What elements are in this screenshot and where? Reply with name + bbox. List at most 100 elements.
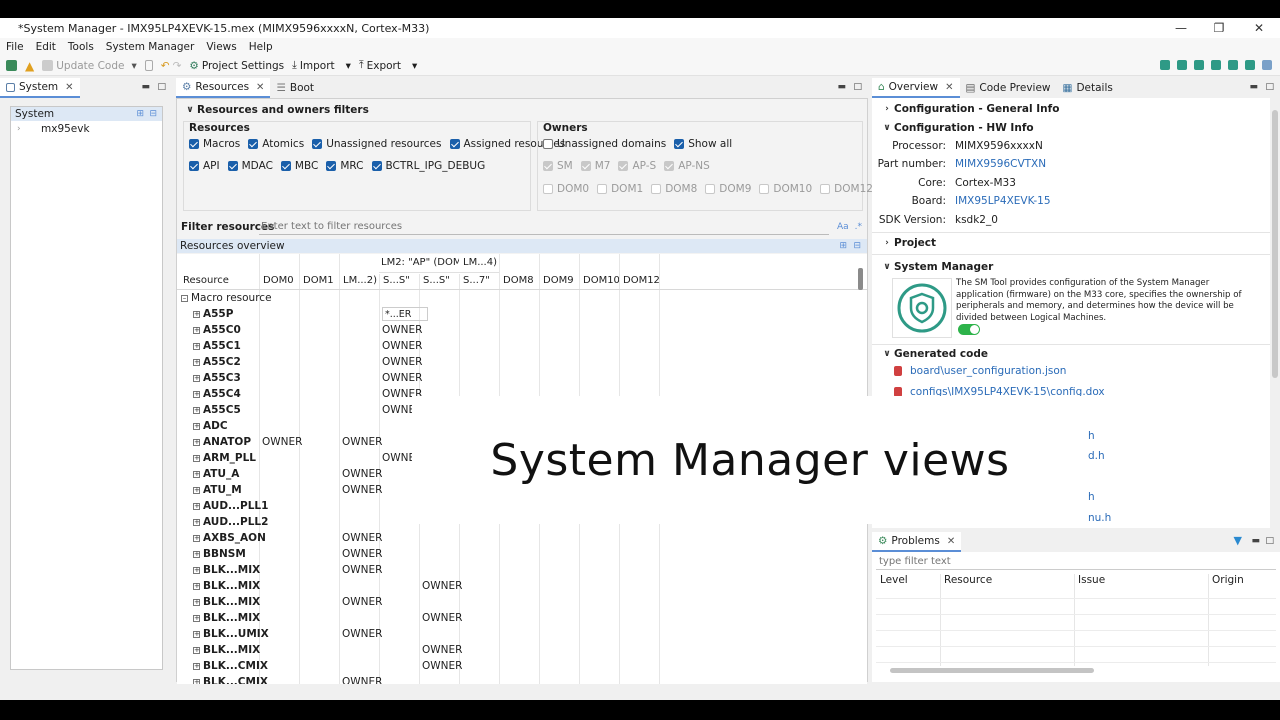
tab-details[interactable]: ▦ Details: [1057, 78, 1119, 98]
tab-boot[interactable]: ☰ Boot: [270, 78, 320, 98]
expand-icon[interactable]: +: [193, 422, 200, 430]
checkbox-atomics[interactable]: Atomics: [248, 138, 304, 150]
table-row[interactable]: + ATU_M: [193, 482, 242, 498]
checkbox-box[interactable]: [326, 161, 337, 171]
checkbox-dom12[interactable]: DOM12: [820, 183, 873, 195]
expand-icon[interactable]: +: [193, 518, 200, 526]
collapse-all-icon[interactable]: ⊟: [853, 239, 861, 253]
ddr-icon[interactable]: [1228, 60, 1238, 70]
checkbox-box[interactable]: [618, 161, 629, 171]
table-row[interactable]: + AUD...PLL2: [193, 514, 268, 530]
column-header[interactable]: S...S": [423, 275, 459, 286]
maximize-icon[interactable]: □: [1265, 536, 1274, 546]
owner-cell[interactable]: OWNER: [422, 578, 462, 594]
checkbox-box[interactable]: [664, 161, 675, 171]
owner-cell[interactable]: OWNER: [342, 626, 382, 642]
checkbox-box[interactable]: [543, 184, 553, 194]
checkbox-box[interactable]: [449, 139, 460, 149]
checkbox-box[interactable]: [227, 161, 238, 171]
warning-button[interactable]: ▲: [25, 59, 34, 73]
owner-cell[interactable]: OWNER: [342, 546, 382, 562]
filter-resources-input[interactable]: [259, 219, 829, 235]
problems-column-header[interactable]: Level: [880, 574, 908, 586]
checkbox-mdac[interactable]: MDAC: [227, 160, 273, 172]
chevron-right-icon[interactable]: ›: [17, 124, 41, 134]
pins-icon[interactable]: [1160, 60, 1170, 70]
tab-problems[interactable]: ⚙ Problems ✕: [872, 532, 962, 552]
tree-root-macro-resource[interactable]: – Macro resource: [181, 290, 272, 306]
table-row[interactable]: + ARM_PLL: [193, 450, 256, 466]
owner-cell[interactable]: OWNER: [342, 594, 382, 610]
menu-file[interactable]: File: [0, 41, 30, 53]
checkbox-mbc[interactable]: MBC: [280, 160, 318, 172]
export-button[interactable]: ⤒ Export ▾: [359, 59, 417, 72]
table-row[interactable]: + BLK...MIX: [193, 562, 260, 578]
tab-code-preview[interactable]: ▤ Code Preview: [960, 78, 1057, 98]
expand-icon[interactable]: +: [193, 582, 200, 590]
expand-icon[interactable]: +: [193, 326, 200, 334]
dropdown-arrow-icon[interactable]: ▾: [131, 60, 136, 72]
project-settings-button[interactable]: ⚙ Project Settings: [189, 60, 284, 72]
close-icon[interactable]: ✕: [1240, 18, 1278, 38]
hw-info-header[interactable]: ∨ Configuration - HW Info: [880, 119, 1033, 137]
expand-all-icon[interactable]: ⊞: [839, 239, 847, 253]
close-icon[interactable]: ✕: [947, 536, 955, 547]
sm-icon[interactable]: [1262, 60, 1272, 70]
generated-file-link[interactable]: d.h: [1088, 450, 1105, 462]
problems-column-header[interactable]: Issue: [1078, 574, 1105, 586]
table-row[interactable]: + ANATOP: [193, 434, 251, 450]
column-header[interactable]: DOM9: [543, 275, 579, 286]
problems-hscrollbar[interactable]: [890, 668, 1094, 673]
filters-section-header[interactable]: ∨ Resources and owners filters: [183, 101, 369, 119]
update-code-button[interactable]: Update Code ▾: [42, 60, 137, 72]
generated-file-link[interactable]: nu.h: [1088, 512, 1111, 524]
table-row[interactable]: + BLK...MIX: [193, 642, 260, 658]
checkbox-dom10[interactable]: DOM10: [759, 183, 812, 195]
expand-icon[interactable]: +: [193, 566, 200, 574]
expand-icon[interactable]: +: [193, 406, 200, 414]
generated-file-link[interactable]: h: [1088, 491, 1095, 503]
owner-cell[interactable]: OWNER: [262, 434, 302, 450]
table-row[interactable]: + A55C5: [193, 402, 241, 418]
checkbox-box[interactable]: [189, 161, 199, 171]
table-row[interactable]: + AUD...PLL1: [193, 498, 268, 514]
table-row[interactable]: + AXBS_AON: [193, 530, 266, 546]
menu-tools[interactable]: Tools: [62, 41, 100, 53]
file-button[interactable]: [144, 60, 153, 71]
checkbox-ap-ns[interactable]: AP-NS: [664, 160, 710, 172]
checkbox-sm[interactable]: SM: [543, 160, 573, 172]
checkbox-m7[interactable]: M7: [580, 160, 610, 172]
owner-cell[interactable]: OWNER: [422, 642, 462, 658]
expand-icon[interactable]: +: [193, 614, 200, 622]
close-icon[interactable]: ✕: [945, 82, 953, 93]
checkbox-macros[interactable]: Macros: [189, 138, 240, 150]
checkbox-box[interactable]: [280, 161, 291, 171]
regex-button[interactable]: .*: [855, 222, 862, 232]
menu-views[interactable]: Views: [200, 41, 242, 53]
checkbox-box[interactable]: [248, 139, 259, 149]
table-row[interactable]: + ATU_A: [193, 466, 239, 482]
checkbox-unassigned-resources[interactable]: Unassigned resources: [312, 138, 442, 150]
owner-cell[interactable]: OWNER: [422, 658, 462, 674]
dropdown-arrow-icon[interactable]: ▾: [412, 60, 417, 72]
checkbox-box[interactable]: [674, 139, 685, 149]
expand-icon[interactable]: +: [193, 630, 200, 638]
match-case-button[interactable]: Aa: [837, 222, 849, 232]
board-link[interactable]: IMX95LP4XEVK-15: [955, 195, 1051, 207]
owner-cell[interactable]: OWNER: [422, 610, 462, 626]
table-row[interactable]: + A55C1: [193, 338, 241, 354]
column-header[interactable]: S...S": [383, 275, 419, 286]
table-row[interactable]: + ADC: [193, 418, 228, 434]
checkbox-dom9[interactable]: DOM9: [705, 183, 751, 195]
expand-icon[interactable]: +: [193, 678, 200, 684]
clocks-icon[interactable]: [1177, 60, 1187, 70]
checkbox-box[interactable]: [371, 161, 382, 171]
minimize-icon[interactable]: ▬: [141, 82, 150, 92]
expand-icon[interactable]: +: [193, 534, 200, 542]
part-number-link[interactable]: MIMX9596CVTXN: [955, 158, 1046, 170]
expand-icon[interactable]: +: [193, 358, 200, 366]
maximize-icon[interactable]: □: [1265, 82, 1274, 92]
system-manager-header[interactable]: ∨ System Manager: [880, 258, 993, 276]
checkbox-mrc[interactable]: MRC: [326, 160, 364, 172]
expand-icon[interactable]: +: [193, 374, 200, 382]
